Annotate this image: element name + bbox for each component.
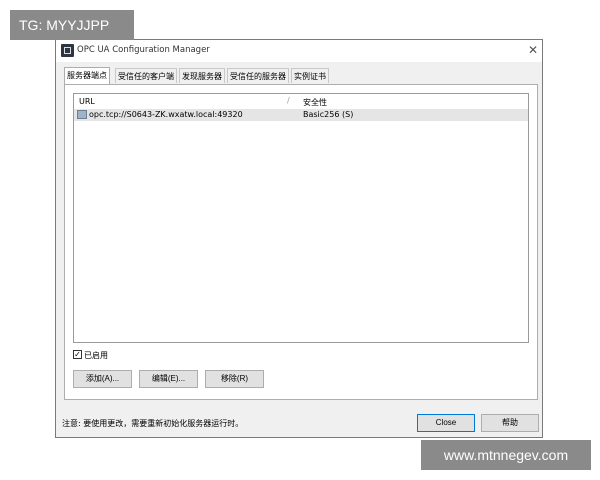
opc-app-icon [61, 44, 74, 57]
enabled-label: 已启用 [84, 351, 108, 360]
close-icon[interactable]: ✕ [526, 43, 540, 57]
tab-trusted-servers[interactable]: 受信任的服务器 [227, 68, 289, 83]
column-header-security[interactable]: 安全性 [303, 97, 327, 108]
list-header: URL / 安全性 [74, 94, 528, 110]
endpoint-url: opc.tcp://S0643-ZK.wxatw.local:49320 [89, 110, 243, 119]
endpoint-icon [77, 110, 87, 119]
server-endpoints-panel: URL / 安全性 opc.tcp://S0643-ZK.wxatw.local… [64, 84, 538, 400]
status-note: 注意: 要使用更改，需要重新初始化服务器运行时。 [62, 419, 244, 428]
tab-instance-certificates[interactable]: 实例证书 [291, 68, 329, 83]
column-header-url[interactable]: URL [79, 97, 95, 106]
edit-button[interactable]: 编辑(E)... [139, 370, 198, 388]
enabled-checkbox[interactable]: ✓ [73, 350, 82, 359]
add-button[interactable]: 添加(A)... [73, 370, 132, 388]
remove-button[interactable]: 移除(R) [205, 370, 264, 388]
tab-trusted-clients[interactable]: 受信任的客户端 [115, 68, 177, 83]
watermark-top-left: TG: MYYJJPP [10, 10, 134, 40]
help-button[interactable]: 帮助 [481, 414, 539, 432]
close-button[interactable]: Close [417, 414, 475, 432]
config-manager-window: OPC UA Configuration Manager ✕ 服务器端点 受信任… [55, 39, 543, 438]
endpoint-security: Basic256 (S) [303, 110, 354, 119]
tab-server-endpoints[interactable]: 服务器端点 [64, 67, 110, 84]
title-bar: OPC UA Configuration Manager ✕ [56, 40, 542, 62]
window-title: OPC UA Configuration Manager [77, 45, 210, 55]
column-separator: / [287, 96, 290, 105]
tab-strip: 服务器端点 受信任的客户端 发现服务器 受信任的服务器 实例证书 [64, 67, 544, 84]
tab-discovery-servers[interactable]: 发现服务器 [179, 68, 225, 83]
watermark-bottom-right: www.mtnnegev.com [421, 440, 591, 470]
endpoint-row[interactable]: opc.tcp://S0643-ZK.wxatw.local:49320 Bas… [74, 109, 528, 121]
endpoint-list[interactable]: URL / 安全性 opc.tcp://S0643-ZK.wxatw.local… [73, 93, 529, 343]
